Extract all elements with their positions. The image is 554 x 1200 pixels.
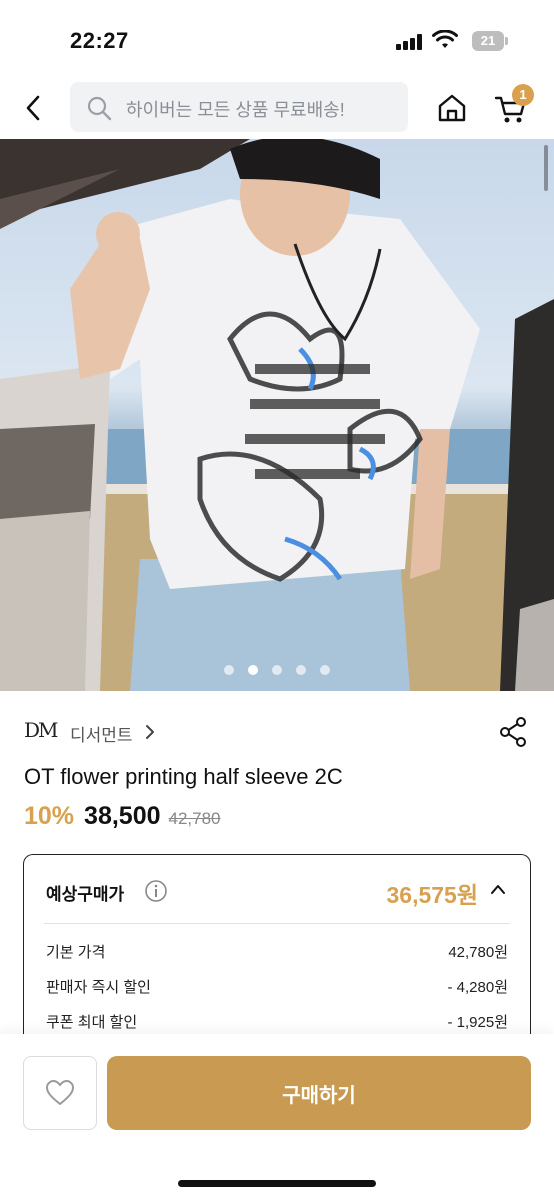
search-icon xyxy=(87,96,112,121)
gallery-dot[interactable] xyxy=(320,665,330,675)
wishlist-button[interactable] xyxy=(23,1056,97,1130)
cart-button[interactable]: 1 xyxy=(494,84,534,128)
chevron-left-icon xyxy=(26,95,40,121)
search-placeholder: 하이버는 모든 상품 무료배송! xyxy=(126,100,345,120)
cart-badge: 1 xyxy=(512,84,534,106)
wifi-icon xyxy=(432,30,458,48)
gallery-dot-active[interactable] xyxy=(248,665,258,675)
brand-row[interactable]: DM 디서먼트 xyxy=(24,714,530,750)
brand-name[interactable]: 디서먼트 xyxy=(70,721,133,746)
gallery-dot[interactable] xyxy=(224,665,234,675)
battery-level: 21 xyxy=(472,31,504,51)
buy-button[interactable]: 구매하기 xyxy=(107,1056,531,1130)
status-time: 22:27 xyxy=(70,28,129,53)
header: 하이버는 모든 상품 무료배송! 1 xyxy=(0,80,554,138)
search-input[interactable]: 하이버는 모든 상품 무료배송! xyxy=(70,82,408,132)
breakdown-row-coupon: 쿠폰 최대 할인 - 1,925원 xyxy=(46,1011,508,1033)
expected-price-panel: 예상구매가 36,575원 기본 가격 42,780원 판매자 즉시 할인 - … xyxy=(23,854,531,1054)
gallery-dot[interactable] xyxy=(296,665,306,675)
brand-logo: DM xyxy=(24,718,58,742)
gallery-dots xyxy=(0,665,554,675)
product-title: OT flower printing half sleeve 2C xyxy=(24,764,343,789)
chevron-up-icon[interactable] xyxy=(490,883,506,895)
status-bar: 22:27 21 xyxy=(0,0,554,80)
breakdown-row-base: 기본 가격 42,780원 xyxy=(46,941,508,963)
breakdown-label: 기본 가격 xyxy=(46,944,106,961)
battery-icon: 21 xyxy=(472,31,508,51)
bottom-action-bar: 구매하기 xyxy=(0,1034,554,1200)
home-indicator xyxy=(178,1180,376,1187)
image-scrollbar[interactable] xyxy=(544,145,548,191)
gallery-dot[interactable] xyxy=(272,665,282,675)
discount-rate: 10% xyxy=(24,802,75,830)
breakdown-label: 쿠폰 최대 할인 xyxy=(46,1014,138,1031)
heart-icon xyxy=(46,1080,74,1105)
expected-price-total: 36,575원 xyxy=(386,882,478,908)
product-image[interactable] xyxy=(0,139,554,691)
original-price: 42,780 xyxy=(168,809,221,828)
breakdown-value: - 1,925원 xyxy=(447,1014,509,1031)
share-icon[interactable] xyxy=(498,716,528,748)
back-button[interactable] xyxy=(18,88,48,128)
breakdown-value: 42,780원 xyxy=(448,944,508,961)
product-photo xyxy=(0,139,554,691)
breakdown-value: - 4,280원 xyxy=(447,979,509,996)
price-row: 10% 38,500 42,780 xyxy=(24,802,221,836)
breakdown-row-seller-discount: 판매자 즉시 할인 - 4,280원 xyxy=(46,976,508,998)
info-icon[interactable] xyxy=(144,879,168,903)
home-button[interactable] xyxy=(434,88,470,128)
signal-icon xyxy=(396,34,426,50)
panel-divider xyxy=(44,923,510,924)
sale-price: 38,500 xyxy=(84,802,161,830)
expected-price-title: 예상구매가 xyxy=(46,885,125,904)
chevron-right-icon xyxy=(146,725,154,739)
home-icon xyxy=(438,94,466,122)
breakdown-label: 판매자 즉시 할인 xyxy=(46,979,151,996)
